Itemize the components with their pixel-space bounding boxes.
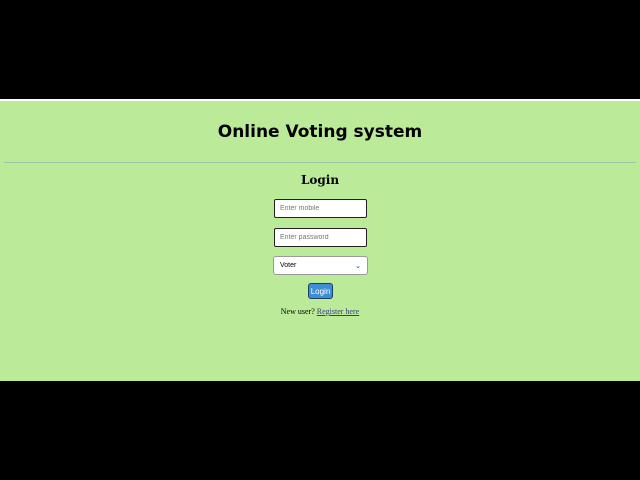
register-link[interactable]: Register here — [317, 307, 359, 316]
role-select-value: Voter — [280, 262, 297, 269]
mobile-input[interactable] — [274, 199, 367, 218]
role-select[interactable]: Voter ⌄ — [273, 256, 368, 275]
register-line: New user? Register here — [0, 307, 640, 316]
login-button[interactable]: Login — [308, 283, 333, 299]
letterbox-bottom — [0, 381, 640, 480]
site-title: Online Voting system — [217, 122, 423, 142]
letterbox-top — [0, 0, 640, 99]
login-heading: Login — [300, 173, 340, 187]
password-input[interactable] — [274, 228, 367, 247]
chevron-down-icon: ⌄ — [355, 262, 361, 270]
header-divider — [4, 162, 636, 163]
login-page: Online Voting system Login Voter ⌄ Login… — [0, 99, 640, 381]
register-prompt: New user? — [280, 307, 315, 316]
